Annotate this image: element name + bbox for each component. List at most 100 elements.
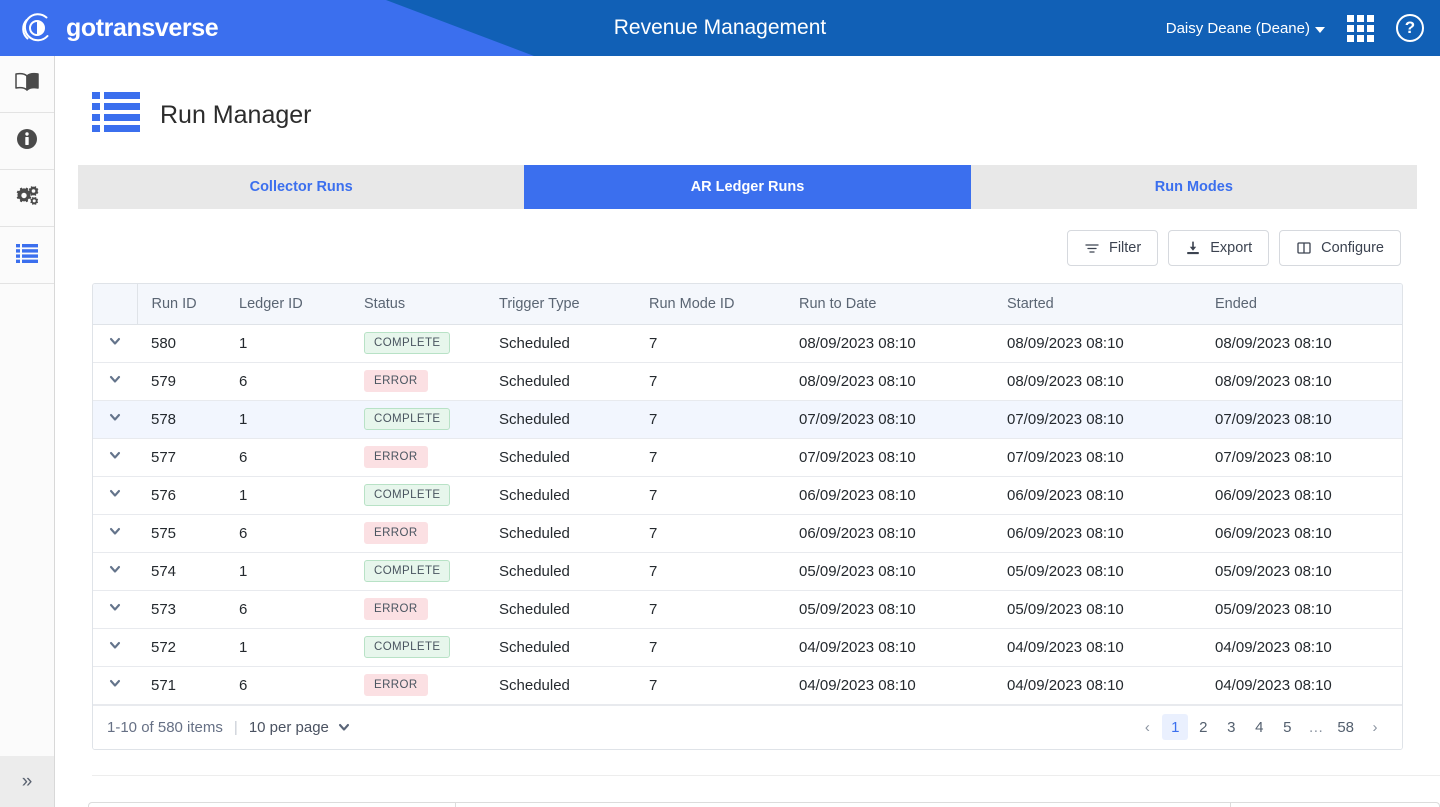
header-run-id[interactable]: Run ID	[137, 284, 225, 325]
row-expand-cell[interactable]	[93, 438, 137, 476]
download-icon	[1185, 240, 1201, 256]
pagination-page[interactable]: 3	[1218, 714, 1244, 740]
pagination-page[interactable]: 4	[1246, 714, 1272, 740]
pagination-page[interactable]: 2	[1190, 714, 1216, 740]
chevron-down-icon	[337, 720, 351, 734]
table-row[interactable]: 580 1 COMPLETE Scheduled 7 08/09/2023 08:10 08…	[93, 324, 1402, 362]
cell-run-id: 573	[151, 600, 177, 618]
row-expand-cell[interactable]	[93, 514, 137, 552]
header-started[interactable]: Started	[993, 284, 1201, 325]
tab-collector-runs[interactable]: Collector Runs	[78, 165, 525, 209]
table-row[interactable]: 571 6 ERROR Scheduled 7 04/09/2023 08:10 04/09…	[93, 666, 1402, 704]
cell-status: ERROR	[350, 514, 485, 552]
status-badge: COMPLETE	[364, 332, 451, 354]
sidebar-filler	[0, 284, 54, 324]
cell-run-mode-id: 7	[649, 334, 658, 352]
pagination-pages: ‹ 1 2 3 4 5 … 58 ›	[1134, 714, 1388, 740]
chevron-down-icon[interactable]	[108, 448, 122, 462]
row-expand-cell[interactable]	[93, 628, 137, 666]
row-expand-cell[interactable]	[93, 362, 137, 400]
ar-ledger-runs-table: Run ID Ledger ID Status Trigger Type Run…	[93, 284, 1402, 705]
table-row[interactable]: 579 6 ERROR Scheduled 7 08/09/2023 08:10 08/09…	[93, 362, 1402, 400]
pagination-page[interactable]: 58	[1331, 714, 1360, 740]
chevron-down-icon[interactable]	[108, 638, 122, 652]
cell-run-id: 574	[151, 562, 177, 580]
table-row[interactable]: 577 6 ERROR Scheduled 7 07/09/2023 08:10 07/09…	[93, 438, 1402, 476]
cell-ledger-id: 1	[239, 486, 248, 504]
cell-run-to-date: 04/09/2023 08:10	[799, 638, 916, 656]
chevron-down-icon[interactable]	[108, 410, 122, 424]
pagination-summary: 1-10 of 580 items	[107, 718, 223, 736]
sidebar-expand-button[interactable]: »	[0, 756, 54, 807]
row-expand-cell[interactable]	[93, 476, 137, 514]
row-expand-cell[interactable]	[93, 324, 137, 362]
cell-ended: 05/09/2023 08:10	[1215, 600, 1332, 618]
status-badge: ERROR	[364, 522, 428, 544]
user-menu[interactable]: Daisy Deane (Deane)	[1166, 20, 1325, 37]
table-row[interactable]: 572 1 COMPLETE Scheduled 7 04/09/2023 08:10 04…	[93, 628, 1402, 666]
sidebar-item-docs[interactable]	[0, 56, 54, 113]
pagination-ellipsis: …	[1308, 718, 1324, 736]
runs-table-card: Run ID Ledger ID Status Trigger Type Run…	[92, 283, 1403, 750]
row-expand-cell[interactable]	[93, 666, 137, 704]
header-status[interactable]: Status	[350, 284, 485, 325]
cell-ledger-id: 1	[239, 562, 248, 580]
below-card-divider-1	[455, 802, 456, 807]
cell-ended: 04/09/2023 08:10	[1215, 638, 1332, 656]
chevron-down-icon[interactable]	[108, 676, 122, 690]
sidebar-item-info[interactable]	[0, 113, 54, 170]
configure-button[interactable]: Configure	[1279, 230, 1401, 266]
per-page-select[interactable]: 10 per page	[249, 719, 351, 736]
header-run-mode-id[interactable]: Run Mode ID	[635, 284, 785, 325]
table-row[interactable]: 575 6 ERROR Scheduled 7 06/09/2023 08:10 06/09…	[93, 514, 1402, 552]
cell-trigger-type: Scheduled	[499, 524, 570, 542]
table-row[interactable]: 574 1 COMPLETE Scheduled 7 05/09/2023 08:10 05…	[93, 552, 1402, 590]
table-row[interactable]: 573 6 ERROR Scheduled 7 05/09/2023 08:10 05/09…	[93, 590, 1402, 628]
cell-trigger-type: Scheduled	[499, 600, 570, 618]
cell-started: 07/09/2023 08:10	[1007, 410, 1124, 428]
cell-status: ERROR	[350, 362, 485, 400]
table-toolbar: Filter Export Configure	[55, 230, 1401, 266]
cell-status: COMPLETE	[350, 628, 485, 666]
page-header: Run Manager	[55, 56, 1440, 141]
status-badge: COMPLETE	[364, 484, 451, 506]
cell-ledger-id: 1	[239, 410, 248, 428]
header-run-to-date[interactable]: Run to Date	[785, 284, 993, 325]
chevron-down-icon[interactable]	[108, 562, 122, 576]
row-expand-cell[interactable]	[93, 552, 137, 590]
table-row[interactable]: 576 1 COMPLETE Scheduled 7 06/09/2023 08:10 06…	[93, 476, 1402, 514]
tab-ar-ledger-runs[interactable]: AR Ledger Runs	[524, 165, 971, 209]
chevron-down-icon[interactable]	[108, 524, 122, 538]
pagination-page[interactable]: 1	[1162, 714, 1189, 740]
export-button[interactable]: Export	[1168, 230, 1270, 266]
sidebar-item-run-manager[interactable]	[0, 227, 54, 284]
apps-grid-icon[interactable]	[1347, 14, 1374, 42]
header-ended[interactable]: Ended	[1201, 284, 1402, 325]
cell-run-id: 579	[151, 372, 177, 390]
user-menu-label: Daisy Deane (Deane)	[1165, 19, 1310, 37]
brand-name: gotransverse	[66, 13, 219, 42]
chevron-down-icon[interactable]	[108, 372, 122, 386]
pagination-page[interactable]: 5	[1274, 714, 1300, 740]
header-trigger-type[interactable]: Trigger Type	[485, 284, 635, 325]
gotransverse-circle-logo-icon	[20, 11, 54, 45]
pagination-next[interactable]: ›	[1362, 714, 1388, 740]
row-expand-cell[interactable]	[93, 590, 137, 628]
status-badge: COMPLETE	[364, 636, 451, 658]
sidebar-item-settings[interactable]	[0, 170, 54, 227]
pagination-prev[interactable]: ‹	[1134, 714, 1160, 740]
row-expand-cell[interactable]	[93, 400, 137, 438]
table-row[interactable]: 578 1 COMPLETE Scheduled 7 07/09/2023 08:10 07…	[93, 400, 1402, 438]
chevron-down-icon[interactable]	[108, 486, 122, 500]
cell-run-to-date: 04/09/2023 08:10	[799, 676, 916, 694]
brand[interactable]: gotransverse	[20, 0, 219, 56]
cell-run-to-date: 07/09/2023 08:10	[799, 448, 916, 466]
cell-trigger-type: Scheduled	[499, 448, 570, 466]
help-circle-icon[interactable]: ?	[1396, 14, 1424, 42]
tab-run-modes[interactable]: Run Modes	[970, 165, 1417, 209]
header-ledger-id[interactable]: Ledger ID	[225, 284, 350, 325]
filter-button[interactable]: Filter	[1066, 230, 1159, 266]
cell-trigger-type: Scheduled	[499, 676, 570, 694]
chevron-down-icon[interactable]	[108, 334, 122, 348]
chevron-down-icon[interactable]	[108, 600, 122, 614]
